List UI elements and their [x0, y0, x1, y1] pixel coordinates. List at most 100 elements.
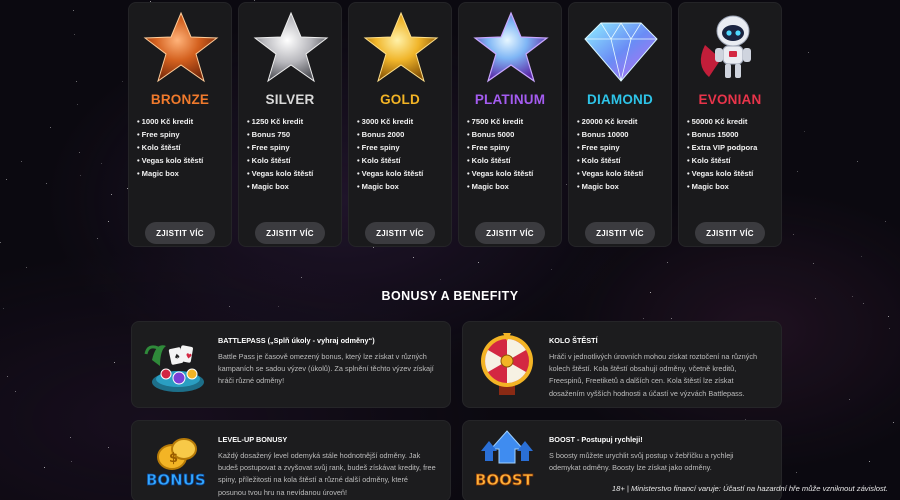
list-item: Bonus 15000 [687, 128, 777, 141]
background-star [21, 161, 22, 162]
background-star [101, 163, 102, 164]
tier-name: DIAMOND [587, 92, 653, 107]
list-item: Vegas kolo štěstí [467, 167, 557, 180]
background-star [861, 256, 862, 257]
background-star [74, 34, 75, 35]
gold-star-icon [363, 11, 439, 83]
background-star [869, 461, 870, 462]
list-item: Kolo štěstí [467, 154, 557, 167]
tier-benefits-list: 7500 Kč kredit Bonus 5000 Free spiny Kol… [467, 115, 557, 193]
tier-name: GOLD [380, 92, 420, 107]
tier-name: EVONIAN [698, 92, 762, 107]
background-star [278, 306, 279, 307]
bonus-title: KOLO ŠTĚSTÍ [549, 336, 598, 345]
list-item: Kolo štěstí [577, 154, 667, 167]
list-item: Bonus 2000 [357, 128, 447, 141]
background-star [804, 131, 805, 132]
list-item: Extra VIP podpora [687, 141, 777, 154]
responsible-gambling-notice: 18+ | Ministerstvo financí varuje: Účast… [611, 484, 888, 493]
background-star [863, 303, 864, 304]
tier-benefits-list: 20000 Kč kredit Bonus 10000 Free spiny K… [577, 115, 667, 193]
background-star [793, 234, 794, 235]
bonus-coins-icon: $ BONUS [146, 438, 206, 489]
list-item: Magic box [357, 180, 447, 193]
background-star [7, 376, 8, 377]
list-item: Kolo štěstí [357, 154, 447, 167]
robot-mascot-icon [700, 15, 751, 78]
background-star [797, 171, 798, 172]
background-star [551, 269, 552, 270]
background-star [808, 52, 809, 53]
bonus-title: BATTLEPASS („Splň úkoly - vyhraj odměny“… [218, 336, 375, 345]
learn-more-button[interactable]: ZJISTIT VÍC [365, 222, 435, 244]
list-item: Magic box [137, 167, 227, 180]
background-star [79, 152, 80, 153]
tier-benefits-list: 1250 Kč kredit Bonus 750 Free spiny Kolo… [247, 115, 337, 193]
background-star [70, 437, 71, 438]
background-star [857, 161, 858, 162]
learn-more-button[interactable]: ZJISTIT VÍC [585, 222, 655, 244]
list-item: Kolo štěstí [247, 154, 337, 167]
list-item: Free spiny [137, 128, 227, 141]
bonus-card-battlepass: ♥ ♠ BATTLEPASS („Splň úkoly - vyhraj odm… [131, 321, 451, 408]
background-star [813, 263, 814, 264]
background-star [667, 262, 668, 263]
background-star [71, 461, 72, 462]
background-star [413, 257, 414, 258]
background-star [114, 362, 115, 363]
background-star [15, 391, 16, 392]
background-star [373, 247, 374, 248]
background-star [3, 308, 4, 309]
list-item: Magic box [467, 180, 557, 193]
tier-name: PLATINUM [474, 92, 546, 107]
section-title: BONUSY A BENEFITY [381, 289, 519, 303]
battlepass-casino-icon: ♥ ♠ [144, 345, 204, 392]
background-star [254, 0, 255, 1]
tier-card-silver: SILVER 1250 Kč kredit Bonus 750 Free spi… [238, 2, 342, 247]
learn-more-button[interactable]: ZJISTIT VÍC [255, 222, 325, 244]
list-item: Kolo štěstí [687, 154, 777, 167]
diamond-icon [584, 22, 658, 82]
list-item: Vegas kolo štěstí [357, 167, 447, 180]
learn-more-button[interactable]: ZJISTIT VÍC [475, 222, 545, 244]
list-item: Free spiny [577, 141, 667, 154]
platinum-star-icon [473, 11, 549, 83]
background-star [889, 328, 890, 329]
list-item: 3000 Kč kredit [357, 115, 447, 128]
background-star [76, 81, 77, 82]
learn-more-button[interactable]: ZJISTIT VÍC [145, 222, 215, 244]
background-star [885, 221, 886, 222]
tier-card-evonian: EVONIAN 50000 Kč kredit Bonus 15000 Extr… [678, 2, 782, 247]
bronze-star-icon [143, 11, 219, 83]
background-star [893, 422, 894, 423]
bonus-title: LEVEL-UP BONUSY [218, 435, 288, 444]
background-star [97, 238, 98, 239]
list-item: Magic box [687, 180, 777, 193]
learn-more-button[interactable]: ZJISTIT VÍC [695, 222, 765, 244]
svg-text:♥: ♥ [185, 352, 193, 361]
background-star [73, 10, 74, 11]
list-item: 20000 Kč kredit [577, 115, 667, 128]
tier-card-gold: GOLD 3000 Kč kredit Bonus 2000 Free spin… [348, 2, 452, 247]
tier-benefits-list: 50000 Kč kredit Bonus 15000 Extra VIP po… [687, 115, 777, 193]
background-star [440, 279, 441, 280]
list-item: Vegas kolo štěstí [687, 167, 777, 180]
bonus-description: Battle Pass je časově omezený bonus, kte… [218, 352, 434, 386]
list-item: Kolo štěstí [137, 141, 227, 154]
list-item: Magic box [247, 180, 337, 193]
bonus-description: Každý dosažený level odemyká stále hodno… [218, 451, 436, 497]
wheel-of-fortune-icon [481, 333, 533, 395]
tier-card-platinum: PLATINUM 7500 Kč kredit Bonus 5000 Free … [458, 2, 562, 247]
bonus-card-level-up: $ BONUS LEVEL-UP BONUSY Každý dosažený l… [131, 420, 451, 500]
bonus-card-wheel: KOLO ŠTĚSTÍ Hráči v jednotlivých úrovníc… [462, 321, 782, 408]
list-item: Magic box [577, 180, 667, 193]
tier-name: SILVER [265, 92, 315, 107]
background-star [77, 104, 78, 105]
list-item: 7500 Kč kredit [467, 115, 557, 128]
tier-card-bronze: BRONZE 1000 Kč kredit Free spiny Kolo št… [128, 2, 232, 247]
list-item: Vegas kolo štěstí [137, 154, 227, 167]
list-item: Bonus 750 [247, 128, 337, 141]
list-item: 1250 Kč kredit [247, 115, 337, 128]
background-star [50, 127, 51, 128]
tier-benefits-list: 3000 Kč kredit Bonus 2000 Free spiny Kol… [357, 115, 447, 193]
